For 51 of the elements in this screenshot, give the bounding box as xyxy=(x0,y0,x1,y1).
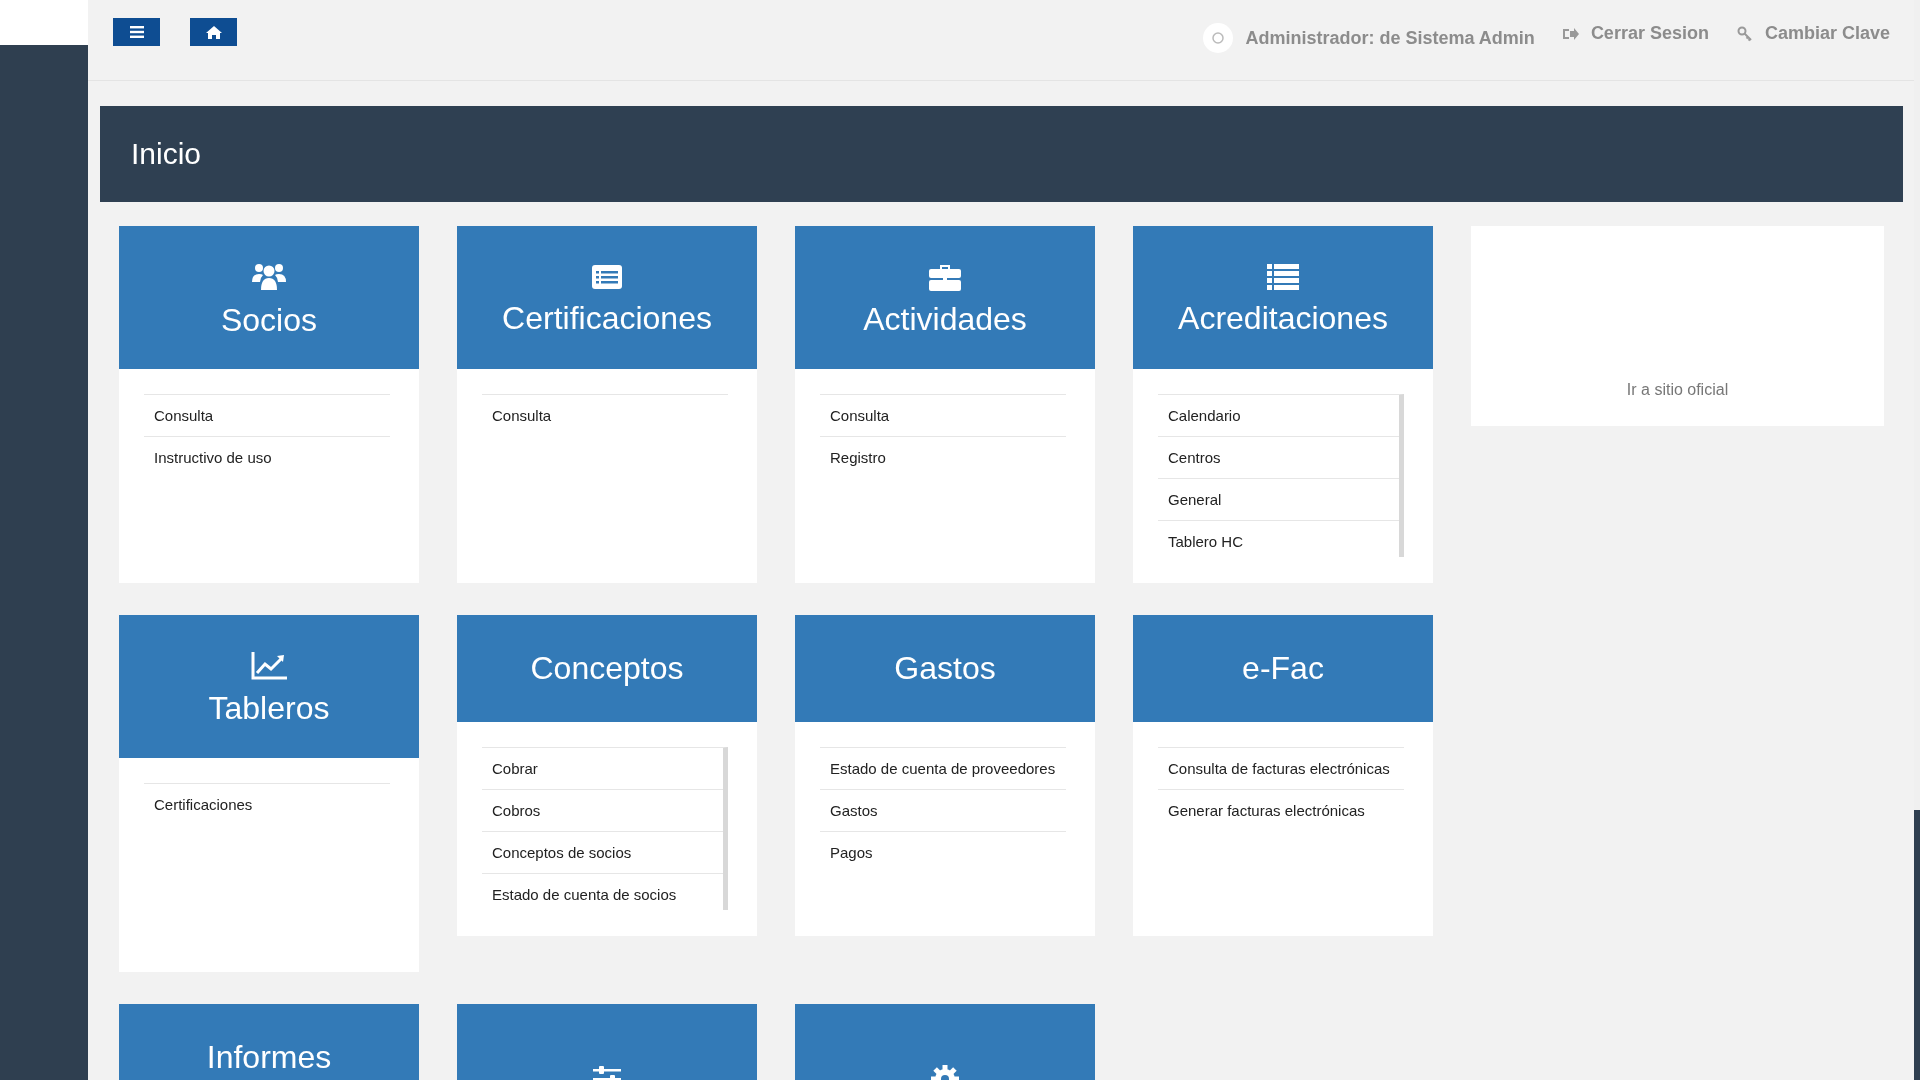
module-title: Actividades xyxy=(863,301,1027,338)
module-title: Gastos xyxy=(894,650,996,687)
module-header[interactable]: Actividades xyxy=(795,226,1095,369)
module-title: Certificaciones xyxy=(502,300,712,337)
module-header[interactable]: Acreditaciones xyxy=(1133,226,1433,369)
module-link[interactable]: Consulta xyxy=(144,395,390,437)
home-button[interactable] xyxy=(190,18,237,46)
module-title: Socios xyxy=(220,302,317,339)
module-header[interactable]: Conceptos xyxy=(457,615,757,722)
home-icon xyxy=(205,25,222,39)
module-link[interactable]: Generar facturas electrónicas xyxy=(1158,790,1404,831)
module-title: e-Fac xyxy=(1242,650,1324,687)
key-icon xyxy=(1736,25,1753,42)
module-link[interactable]: Registro xyxy=(820,437,1066,478)
module-title: Conceptos xyxy=(530,650,684,687)
module-header[interactable]: Certificaciones xyxy=(457,226,757,369)
module-header[interactable]: Informes xyxy=(119,1004,419,1080)
module-link[interactable]: Conceptos de socios xyxy=(482,832,723,874)
sign-out-icon xyxy=(1562,26,1579,41)
module-header[interactable]: Socios xyxy=(119,226,419,369)
module-link[interactable]: Consulta xyxy=(482,395,728,436)
users-icon xyxy=(252,262,286,292)
module-link[interactable]: Consulta xyxy=(820,395,1066,437)
line-chart-icon xyxy=(251,652,287,680)
avatar-icon xyxy=(1203,23,1234,53)
module-link[interactable]: Instructivo de uso xyxy=(144,437,390,478)
module-link[interactable]: Estado de cuenta de socios xyxy=(482,874,723,915)
menu-button[interactable] xyxy=(113,18,160,46)
module-link[interactable]: Pagos xyxy=(820,832,1066,873)
official-site-link[interactable]: Ir a sitio oficial xyxy=(1626,381,1729,399)
module-link[interactable]: Estado de cuenta de proveedores xyxy=(820,748,1066,790)
list-icon xyxy=(1267,264,1299,290)
menu-icon xyxy=(129,26,144,38)
module-title: Acreditaciones xyxy=(1178,300,1388,337)
briefcase-icon xyxy=(929,263,961,291)
page-title: Inicio xyxy=(131,137,202,171)
module-link[interactable]: General xyxy=(1158,479,1399,521)
module-link[interactable]: Cobros xyxy=(482,790,723,832)
module-header[interactable]: Gastos xyxy=(795,615,1095,722)
module-link[interactable]: Tablero HC xyxy=(1158,521,1399,562)
module-link[interactable]: Centros xyxy=(1158,437,1399,479)
module-header[interactable]: Tableros xyxy=(119,615,419,758)
module-link[interactable]: Calendario xyxy=(1158,395,1399,437)
module-link[interactable]: Consulta de facturas electrónicas xyxy=(1158,748,1404,790)
module-link[interactable]: Certificaciones xyxy=(144,784,390,825)
module-link[interactable]: Gastos xyxy=(820,790,1066,832)
list-card-icon xyxy=(591,264,623,290)
module-header[interactable]: e-Fac xyxy=(1133,615,1433,722)
module-title: Tableros xyxy=(208,690,330,727)
module-title: Informes xyxy=(206,1039,332,1076)
module-link[interactable]: Cobrar xyxy=(482,748,723,790)
